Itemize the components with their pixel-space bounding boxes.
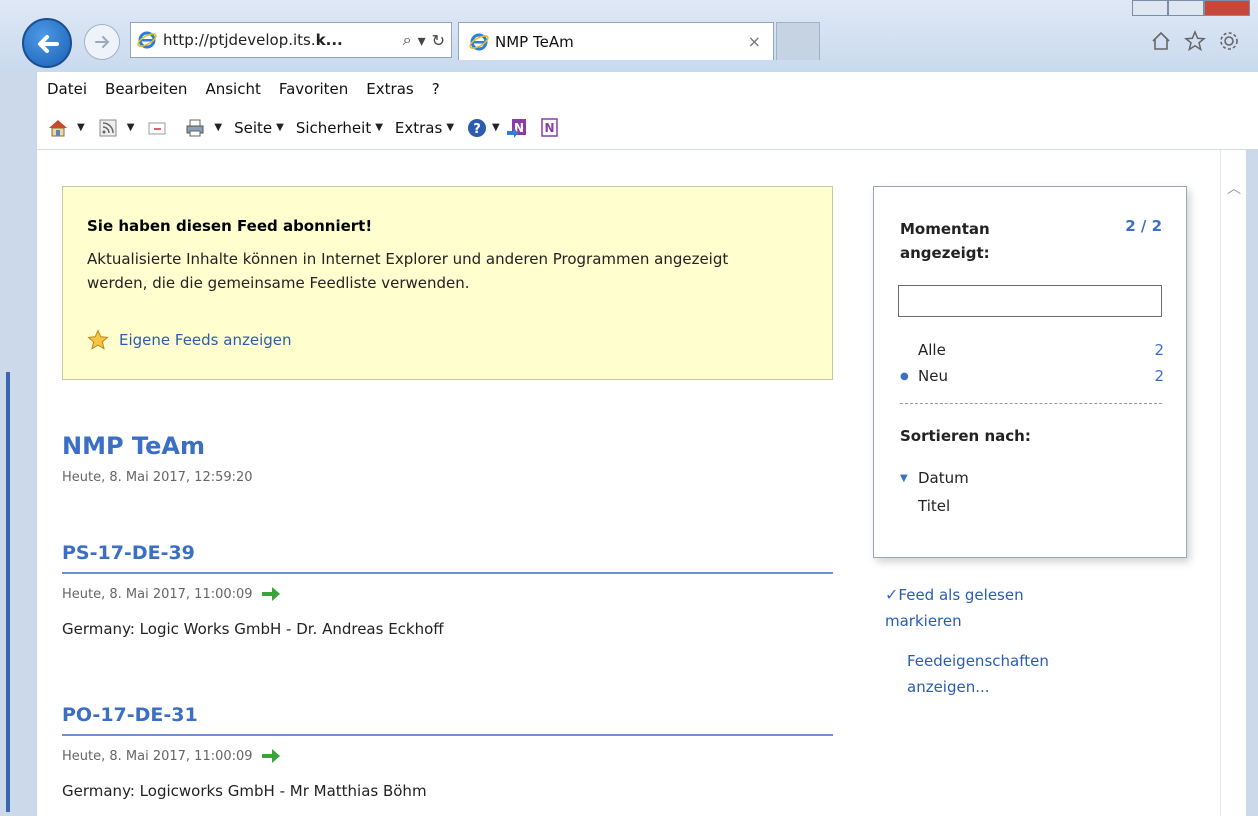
sort-label[interactable]: Datum <box>918 469 969 487</box>
menu-item-file[interactable]: Datei <box>47 80 87 98</box>
close-icon[interactable]: × <box>748 32 761 51</box>
feed-entry: PO-17-DE-31 Heute, 8. Mai 2017, 11:00:09… <box>62 704 833 800</box>
chevron-down-icon[interactable]: ▼ <box>127 122 135 133</box>
chevron-down-icon[interactable]: ▼ <box>375 122 383 133</box>
security-menu-button[interactable]: Sicherheit <box>296 119 371 137</box>
svg-text:?: ? <box>473 122 481 137</box>
feed-properties-link[interactable]: Feedeigenschaften anzeigen... <box>907 648 1107 700</box>
address-bar[interactable]: http://ptjdevelop.its.k... ⌕ ▾ ↻ <box>130 22 452 58</box>
page-menu-button[interactable]: Seite <box>234 119 272 137</box>
help-icon[interactable]: ? <box>466 117 488 139</box>
forward-button[interactable] <box>84 24 120 60</box>
chevron-down-icon[interactable]: ▼ <box>492 122 500 133</box>
entry-date-text: Heute, 8. Mai 2017, 11:00:09 <box>62 748 253 764</box>
mark-read-link[interactable]: ✓Feed als gelesen markieren <box>885 582 1085 634</box>
bullet-icon: ● <box>900 370 909 382</box>
subscription-notice: Sie haben diesen Feed abonniert! Aktuali… <box>62 186 833 380</box>
window-frame-left <box>0 72 36 816</box>
window-controls <box>1132 0 1250 16</box>
filter-label[interactable]: Alle <box>918 341 946 359</box>
filter-count: 2 <box>1154 367 1164 385</box>
entry-title-link[interactable]: PO-17-DE-31 <box>62 704 833 736</box>
window-frame-right <box>1246 150 1258 816</box>
filter-new[interactable]: ● Neu 2 <box>900 367 1164 385</box>
filter-search-input[interactable] <box>898 285 1162 317</box>
tab-active[interactable]: NMP TeAm × <box>458 22 774 60</box>
tab-title: NMP TeAm <box>495 32 574 51</box>
entry-date-text: Heute, 8. Mai 2017, 11:00:09 <box>62 586 253 602</box>
gear-icon[interactable] <box>1218 30 1240 52</box>
browser-icons <box>1150 30 1240 52</box>
address-url[interactable]: http://ptjdevelop.its.k... <box>163 31 403 49</box>
filter-label[interactable]: Neu <box>918 367 948 385</box>
chevron-down-icon[interactable]: ▼ <box>214 122 222 133</box>
sort-by-date[interactable]: ▼ Datum <box>900 469 969 487</box>
chevron-down-icon[interactable]: ▾ <box>418 31 426 50</box>
divider <box>900 403 1162 404</box>
menu-item-help[interactable]: ? <box>432 80 440 98</box>
svg-text:N: N <box>544 121 554 135</box>
filter-all[interactable]: Alle 2 <box>900 341 1164 359</box>
feed-title: NMP TeAm <box>62 432 205 460</box>
back-button[interactable] <box>22 18 72 68</box>
onenote-send-icon[interactable]: N <box>506 117 528 139</box>
menu-item-edit[interactable]: Bearbeiten <box>105 80 187 98</box>
new-tab-button[interactable] <box>776 22 820 60</box>
mark-read-label[interactable]: Feed als gelesen markieren <box>885 586 1024 630</box>
arrow-right-icon <box>95 36 110 48</box>
rss-feed-icon[interactable] <box>97 117 119 139</box>
browser-chrome: http://ptjdevelop.its.k... ⌕ ▾ ↻ NMP TeA… <box>0 0 1258 72</box>
sort-by-title[interactable]: Titel <box>900 497 950 515</box>
sort-heading: Sortieren nach: <box>900 427 1031 445</box>
go-arrow-icon[interactable] <box>261 748 281 764</box>
entry-description: Germany: Logicworks GmbH - Mr Matthias B… <box>62 782 427 800</box>
feed-date: Heute, 8. Mai 2017, 12:59:20 <box>62 470 253 485</box>
chevron-down-icon[interactable]: ▼ <box>276 122 284 133</box>
view-feeds-label[interactable]: Eigene Feeds anzeigen <box>119 331 292 349</box>
menu-item-view[interactable]: Ansicht <box>205 80 260 98</box>
entry-title-link[interactable]: PS-17-DE-39 <box>62 542 833 574</box>
checkmark-icon: ✓ <box>885 585 899 604</box>
ie-icon <box>137 31 157 49</box>
scrollbar[interactable]: ︿ <box>1220 150 1246 816</box>
arrow-left-icon <box>38 35 59 53</box>
favorites-star-icon[interactable] <box>1184 30 1206 52</box>
minimize-button[interactable] <box>1132 0 1168 16</box>
mail-icon[interactable] <box>146 117 168 139</box>
maximize-button[interactable] <box>1168 0 1204 16</box>
notice-title: Sie haben diesen Feed abonniert! <box>87 217 373 235</box>
entry-date: Heute, 8. Mai 2017, 11:00:09 <box>62 748 833 764</box>
window-close-button[interactable] <box>1204 0 1250 16</box>
go-arrow-icon[interactable] <box>261 586 281 602</box>
displayed-heading: Momentan angezeigt: <box>900 220 990 262</box>
ie-icon <box>469 33 489 50</box>
filter-panel: Momentan angezeigt: 2 / 2 Alle 2 ● Neu 2… <box>873 186 1187 558</box>
home-icon[interactable] <box>47 117 69 139</box>
tools-menu-button[interactable]: Extras <box>395 119 442 137</box>
print-icon[interactable] <box>184 117 206 139</box>
sort-label[interactable]: Titel <box>918 497 950 515</box>
home-icon[interactable] <box>1150 30 1172 52</box>
command-bar: ▼ ▼ ▼ Seite ▼ Sicherheit ▼ Extras ▼ ? ▼ … <box>36 106 1258 150</box>
feed-entry: PS-17-DE-39 Heute, 8. Mai 2017, 11:00:09… <box>62 542 833 638</box>
view-feeds-link[interactable]: Eigene Feeds anzeigen <box>87 329 292 351</box>
displayed-count: 2 / 2 <box>1125 217 1162 235</box>
chevron-down-icon[interactable]: ▼ <box>446 122 454 133</box>
notice-text: Aktualisierte Inhalte können in Internet… <box>87 250 729 292</box>
filter-count: 2 <box>1154 341 1164 359</box>
star-icon <box>87 329 109 350</box>
menu-bar: Datei Bearbeiten Ansicht Favoriten Extra… <box>36 72 1258 106</box>
refresh-icon[interactable]: ↻ <box>432 31 445 50</box>
onenote-link-icon[interactable]: N <box>538 117 560 139</box>
chevron-down-icon[interactable]: ▼ <box>77 122 85 133</box>
entry-date: Heute, 8. Mai 2017, 11:00:09 <box>62 586 833 602</box>
menu-item-tools[interactable]: Extras <box>366 80 413 98</box>
search-icon[interactable]: ⌕ <box>403 30 412 50</box>
entry-description: Germany: Logic Works GmbH - Dr. Andreas … <box>62 620 444 638</box>
scroll-up-icon[interactable]: ︿ <box>1227 178 1241 198</box>
sort-desc-icon: ▼ <box>900 472 908 484</box>
menu-item-favorites[interactable]: Favoriten <box>279 80 348 98</box>
